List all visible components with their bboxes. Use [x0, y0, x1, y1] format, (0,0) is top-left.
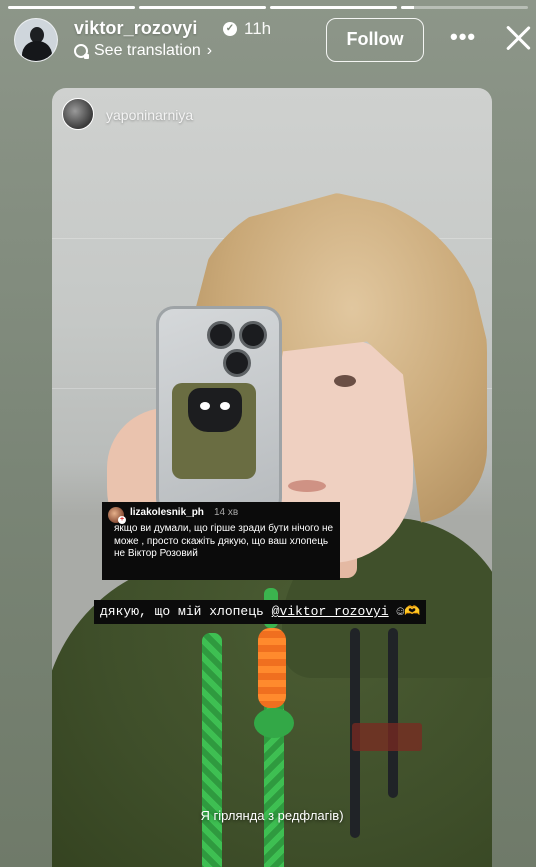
lanyard-strap — [202, 633, 222, 867]
caption-bottom: Я гірлянда з редфлагів) — [200, 808, 344, 823]
cat-sticker — [188, 388, 242, 432]
camera-lens — [207, 321, 235, 349]
more-options-icon[interactable]: ••• — [450, 24, 476, 50]
story-header: viktor_rozovyi ✓ 11h See translation › F… — [12, 14, 526, 66]
verified-badge-icon: ✓ — [223, 22, 237, 36]
commenter-username: lizakolesnik_ph — [130, 507, 204, 518]
profile-username[interactable]: viktor_rozovyi — [74, 18, 197, 39]
see-translation-label: See translation — [94, 42, 201, 59]
progress-fill-1 — [8, 6, 135, 9]
camera-lens — [239, 321, 267, 349]
hoodie-print — [352, 723, 422, 751]
original-author-name[interactable]: yaponinarniya — [106, 107, 193, 123]
eye-shape — [334, 375, 356, 387]
progress-fill-4 — [401, 6, 414, 9]
cat-eye — [200, 402, 210, 410]
close-icon[interactable] — [502, 22, 534, 54]
comment-time: 14 хв — [214, 507, 239, 518]
see-translation-link[interactable]: See translation › — [74, 42, 212, 60]
caption-sticker-top: дякую, що мій хлопець @viktor_rozovyi ☺🫶 — [94, 600, 427, 624]
original-author-avatar[interactable] — [62, 98, 94, 130]
progress-segment-3 — [270, 6, 397, 9]
chevron-right-icon: › — [206, 42, 213, 59]
lanyard-knot — [254, 708, 294, 738]
follow-button[interactable]: Follow — [326, 18, 424, 62]
progress-segment-4 — [401, 6, 528, 9]
comment-screenshot: + lizakolesnik_ph 14 хв якщо ви думали, … — [102, 502, 340, 580]
cat-eye — [220, 402, 230, 410]
progress-fill-2 — [139, 6, 266, 9]
story-time: 11h — [244, 19, 272, 38]
progress-fill-3 — [270, 6, 397, 9]
hoodie-cord-right — [388, 628, 398, 798]
camera-lens — [223, 349, 251, 377]
translate-icon — [74, 44, 89, 59]
story-progress — [8, 6, 528, 9]
caption-emoji: ☺🫶 — [388, 604, 421, 619]
caption-text: дякую, що мій хлопець — [100, 604, 272, 619]
progress-segment-2 — [139, 6, 266, 9]
lips-shape — [288, 480, 326, 492]
reposted-story-card[interactable]: yaponinarniya + lizakolesnik_ph 14 хв як… — [52, 88, 492, 867]
progress-segment-1 — [8, 6, 135, 9]
mention-link[interactable]: @viktor_rozovyi — [272, 604, 389, 619]
profile-avatar[interactable] — [14, 18, 58, 62]
carrot-charm — [258, 628, 286, 708]
comment-text: якщо ви думали, що гірше зради бути нічо… — [114, 523, 334, 559]
avatar-body — [22, 41, 52, 61]
